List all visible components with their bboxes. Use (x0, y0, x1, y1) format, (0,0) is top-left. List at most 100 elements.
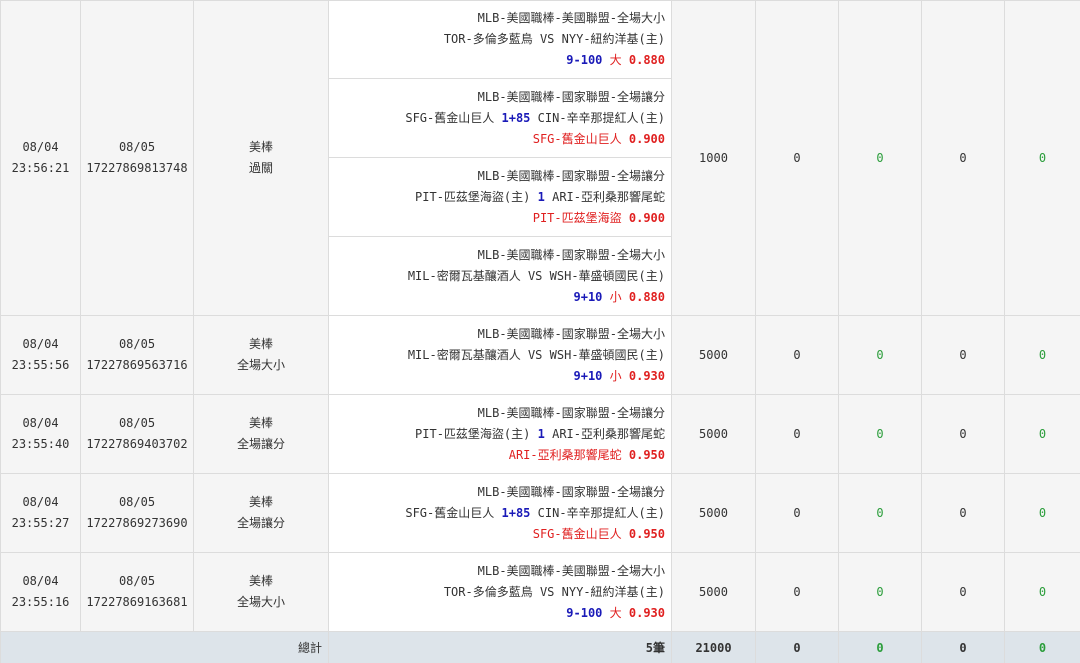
col4-cell: 0 (1004, 473, 1080, 553)
pick-line: 9-100 (566, 605, 603, 620)
ticket-cell: 08/05 17227869563716 (80, 315, 194, 395)
col2-cell: 0 (838, 0, 922, 316)
pick-selection: 大 (602, 53, 622, 67)
ticket-cell: 08/05 17227869163681 (80, 552, 194, 632)
sport-label: 美棒 (248, 495, 273, 509)
ticket-cell: 08/05 17227869273690 (80, 473, 194, 553)
settle-date: 08/05 (118, 140, 156, 154)
bet-detail-cell: MLB-美國職棒-國家聯盟-全場大小 MIL-密爾瓦基釀酒人 VS WSH-華盛頓… (328, 236, 672, 316)
settle-date: 08/05 (118, 416, 156, 430)
league-name: MLB-美國職棒-國家聯盟-全場大小 (477, 247, 665, 262)
pick-line: 9-100 (566, 53, 603, 67)
team-home: PIT-匹茲堡海盜(主) (415, 426, 531, 441)
bet-time-cell: 08/04 23:55:56 (0, 315, 81, 395)
bet-type-label: 過關 (248, 161, 273, 175)
bet-time: 23:55:27 (11, 516, 70, 530)
stake-cell: 5000 (671, 552, 756, 632)
pick-selection: 小 (602, 368, 622, 383)
matchup: PIT-匹茲堡海盜(主) 1 ARI-亞利桑那響尾蛇 (333, 424, 665, 445)
pick-selection: 小 (602, 289, 622, 304)
team-home: TOR-多倫多藍鳥 (443, 32, 533, 46)
col2-cell: 0 (838, 394, 922, 474)
team-away: NYY-紐約洋基(主) (561, 32, 665, 46)
bet-detail-cell: MLB-美國職棒-國家聯盟-全場讓分 PIT-匹茲堡海盜(主) 1 ARI-亞利桑… (328, 394, 672, 474)
table-row: 08/04 23:55:27 08/05 17227869273690 美棒 全場讓分 ML… (0, 473, 1080, 553)
total-stake: 21000 (671, 631, 756, 663)
handicap-line: 1+85 (501, 110, 531, 125)
type-cell: 美棒 全場讓分 (193, 394, 329, 474)
total-col3: 0 (921, 631, 1005, 663)
vs-text: ARI-亞利桑那響尾蛇 (552, 426, 665, 441)
bet-history-table: 08/04 23:56:21 08/05 17227869813748 美棒 過關 MLB-… (0, 0, 1080, 663)
bet-detail-cell: MLB-美國職棒-國家聯盟-全場讓分 SFG-舊金山巨人 1+85 CIN-辛辛那… (328, 78, 672, 158)
odds-value: 0.900 (628, 210, 665, 225)
matchup: SFG-舊金山巨人 1+85 CIN-辛辛那提紅人(主) (333, 108, 665, 129)
stake-cell: 1000 (671, 0, 756, 316)
bet-type-label: 全場讓分 (236, 437, 285, 451)
odds-value: 0.930 (628, 605, 665, 620)
vs-text: CIN-辛辛那提紅人(主) (537, 110, 665, 125)
league-name: MLB-美國職棒-美國聯盟-全場大小 (477, 563, 665, 578)
type-cell: 美棒 全場大小 (193, 552, 329, 632)
total-count: 5筆 (328, 631, 672, 663)
handicap-line: 1 (537, 426, 545, 441)
col3-cell: 0 (921, 473, 1005, 553)
team-home: MIL-密爾瓦基釀酒人 (407, 347, 521, 362)
bet-time-cell: 08/04 23:55:40 (0, 394, 81, 474)
bet-date: 08/04 (22, 495, 59, 509)
ticket-cell: 08/05 17227869813748 (80, 0, 194, 316)
pick-selection: SFG-舊金山巨人 (532, 526, 622, 541)
pick-line: 9+10 (573, 368, 603, 383)
stake-cell: 5000 (671, 315, 756, 395)
team-away: WSH-華盛頓國民(主) (549, 347, 665, 362)
col1-cell: 0 (755, 552, 839, 632)
pick-line: 9+10 (573, 289, 603, 304)
vs-text: ARI-亞利桑那響尾蛇 (552, 189, 665, 204)
vs-text: VS (520, 268, 550, 283)
bet-type-label: 全場大小 (236, 595, 285, 609)
matchup: MIL-密爾瓦基釀酒人 VS WSH-華盛頓國民(主) (333, 345, 665, 366)
matchup: TOR-多倫多藍鳥 VS NYY-紐約洋基(主) (333, 582, 665, 603)
bet-time: 23:55:16 (11, 595, 70, 609)
bet-detail-cell: MLB-美國職棒-美國聯盟-全場大小 TOR-多倫多藍鳥 VS NYY-紐約洋基(… (328, 552, 672, 632)
pick-selection: PIT-匹茲堡海盜 (532, 210, 622, 225)
ticket-number: 17227869813748 (86, 161, 188, 175)
selection: 9-100 大 0.930 (333, 603, 665, 624)
pick-selection: 大 (602, 605, 622, 620)
col3-cell: 0 (921, 552, 1005, 632)
vs-text: VS (520, 347, 550, 362)
league-name: MLB-美國職棒-國家聯盟-全場讓分 (477, 89, 665, 104)
pick-selection: ARI-亞利桑那響尾蛇 (508, 447, 622, 462)
col3-cell: 0 (921, 315, 1005, 395)
team-away: NYY-紐約洋基(主) (561, 584, 665, 599)
league-name: MLB-美國職棒-國家聯盟-全場讓分 (477, 484, 665, 499)
col3-cell: 0 (921, 394, 1005, 474)
vs-text: VS (532, 32, 562, 46)
bet-history-view: 08/04 23:56:21 08/05 17227869813748 美棒 過關 MLB-… (0, 0, 1080, 663)
bet-type-label: 全場讓分 (236, 516, 285, 530)
team-home: PIT-匹茲堡海盜(主) (415, 189, 531, 204)
sport-label: 美棒 (248, 416, 273, 430)
table-row: 08/04 23:55:56 08/05 17227869563716 美棒 全場大小 ML… (0, 315, 1080, 395)
vs-text: VS (532, 584, 562, 599)
selection: 9+10 小 0.930 (333, 366, 666, 387)
col4-cell: 0 (1004, 394, 1080, 474)
team-away: WSH-華盛頓國民(主) (549, 268, 665, 283)
total-col4: 0 (1004, 631, 1080, 663)
stake-cell: 5000 (671, 473, 756, 553)
bet-detail-cell: MLB-美國職棒-國家聯盟-全場大小 MIL-密爾瓦基釀酒人 VS WSH-華盛頓… (328, 315, 672, 395)
odds-value: 0.950 (628, 526, 665, 541)
bet-time: 23:55:40 (11, 437, 70, 451)
type-cell: 美棒 全場讓分 (193, 473, 329, 553)
league-name: MLB-美國職棒-國家聯盟-全場讓分 (477, 405, 665, 420)
settle-date: 08/05 (118, 574, 156, 588)
selection: ARI-亞利桑那響尾蛇 0.950 (333, 445, 665, 466)
bet-date: 08/04 (22, 140, 59, 154)
bet-time-cell: 08/04 23:55:27 (0, 473, 81, 553)
selection: 9-100 大 0.880 (333, 50, 665, 71)
ticket-number: 17227869563716 (86, 358, 188, 372)
table-row: 08/04 23:55:40 08/05 17227869403702 美棒 全場讓分 ML… (0, 394, 1080, 474)
bet-time: 23:55:56 (11, 358, 70, 372)
bet-date: 08/04 (22, 574, 59, 588)
odds-value: 0.900 (628, 131, 665, 146)
